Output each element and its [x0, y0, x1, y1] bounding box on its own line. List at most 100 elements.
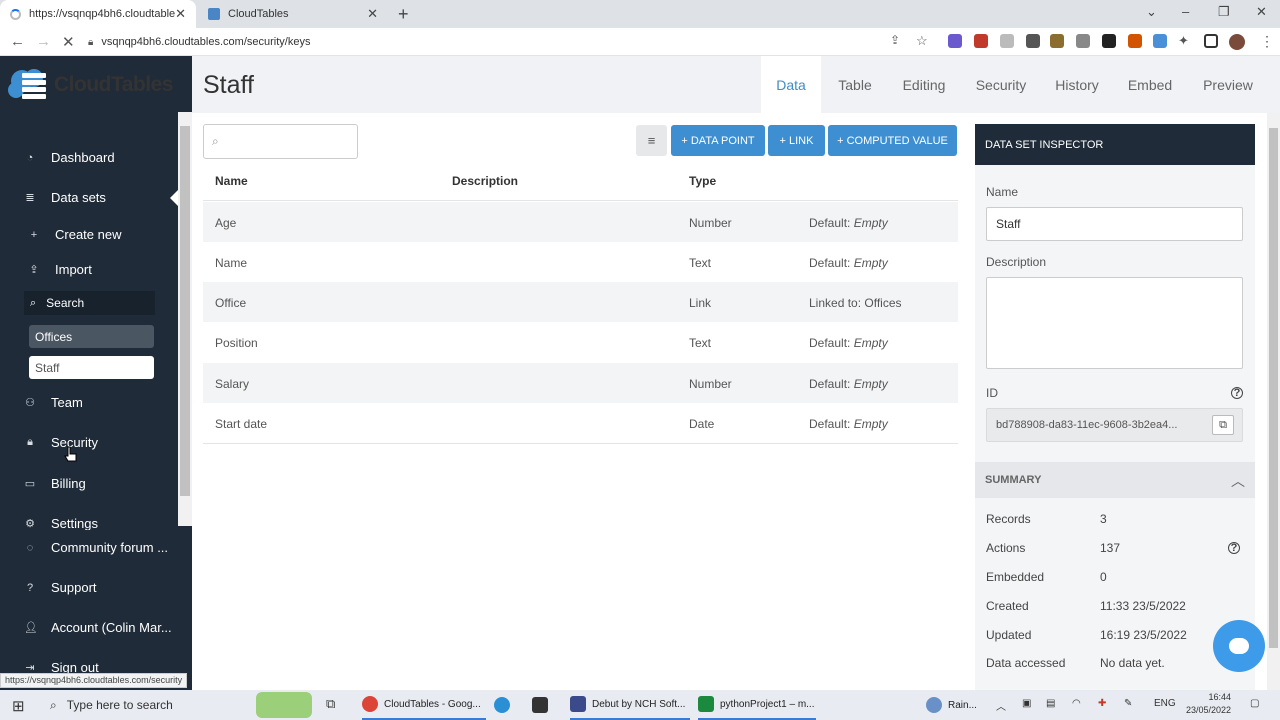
taskbar-app-edge[interactable]	[494, 690, 516, 720]
forward-icon[interactable]: →	[36, 33, 51, 50]
share-icon[interactable]: ⇪	[890, 33, 900, 47]
stop-icon[interactable]: ✕	[62, 33, 75, 51]
extension-icon[interactable]	[1026, 34, 1040, 48]
sidebar-item-account[interactable]: 👤︎ Account (Colin Mar...	[24, 620, 184, 635]
tab-preview[interactable]: Preview	[1193, 56, 1263, 113]
chat-launcher-button[interactable]	[1213, 620, 1265, 672]
windows-start-icon[interactable]: ⊞	[12, 697, 25, 715]
taskbar-app-pycharm[interactable]: pythonProject1 – m...	[698, 690, 816, 720]
sidebar-item-create-new[interactable]: + Create new	[28, 227, 178, 242]
sidebar-item-support[interactable]: ? Support	[24, 580, 174, 595]
dataset-name-input[interactable]: Staff	[986, 207, 1243, 241]
add-computed-value-button[interactable]: + COMPUTED VALUE	[828, 125, 957, 156]
column-header-description[interactable]: Description	[452, 174, 518, 188]
sidebar-item-dashboard[interactable]: ◔ Dashboard	[24, 150, 174, 165]
help-icon[interactable]: ?	[1231, 387, 1243, 399]
sidebar-item-community-forum[interactable]: ◌ Community forum ...	[24, 540, 184, 555]
extension-icon[interactable]	[1153, 34, 1167, 48]
extension-icon[interactable]	[1050, 34, 1064, 48]
browser-menu-icon[interactable]: ⋮	[1260, 33, 1274, 50]
taskbar-clock[interactable]: 16:44 23/05/2022	[1186, 691, 1231, 717]
column-header-name[interactable]: Name	[215, 174, 248, 188]
tab-security[interactable]: Security	[965, 56, 1037, 113]
brand-logo[interactable]: CloudTables	[8, 68, 173, 102]
turtle-search-highlight-image[interactable]	[256, 692, 312, 718]
address-bar[interactable]: 🔒︎ vsqnqp4bh6.cloudtables.com/security/k…	[88, 31, 988, 53]
back-icon[interactable]: ←	[10, 33, 25, 50]
sidebar-item-team[interactable]: ⚇ Team	[24, 395, 174, 410]
extension-icon[interactable]	[1102, 34, 1116, 48]
tab-data[interactable]: Data	[761, 56, 821, 113]
extension-icon[interactable]	[974, 34, 988, 48]
table-row[interactable]: Office Link Linked to: Offices	[203, 282, 958, 322]
extension-icon[interactable]	[1076, 34, 1090, 48]
column-menu-button[interactable]: ≡	[636, 125, 667, 156]
table-row[interactable]: Salary Number Default: Empty	[203, 363, 958, 403]
extensions-puzzle-icon[interactable]: ✦	[1178, 33, 1189, 49]
column-header-type[interactable]: Type	[689, 174, 716, 188]
chevron-up-icon[interactable]: ︿	[1231, 471, 1245, 491]
taskbar-app-terminal[interactable]	[532, 690, 554, 720]
extension-icon[interactable]	[1128, 34, 1142, 48]
tab-history[interactable]: History	[1045, 56, 1109, 113]
task-view-icon[interactable]: ⧉	[326, 696, 335, 712]
dataset-search-input[interactable]: ⌕ Search	[24, 291, 155, 315]
taskbar-app-debut[interactable]: Debut by NCH Soft...	[570, 690, 690, 720]
add-link-button[interactable]: + LINK	[768, 125, 825, 156]
sidebar-item-settings[interactable]: ⚙ Settings	[24, 516, 174, 530]
tray-chevron-up-icon[interactable]: ︿	[996, 698, 1006, 713]
extension-icon[interactable]	[948, 34, 962, 48]
side-panel-icon[interactable]	[1204, 34, 1218, 48]
summary-header[interactable]: SUMMARY	[975, 462, 1255, 498]
minimize-icon[interactable]: –	[1182, 4, 1189, 19]
table-row[interactable]: Position Text Default: Empty	[203, 322, 958, 362]
maximize-icon[interactable]: ❐	[1218, 4, 1230, 20]
close-tab-icon[interactable]: ✕	[175, 6, 186, 22]
tray-app-icon[interactable]: ✚	[1098, 698, 1106, 709]
table-row[interactable]: Age Number Default: Empty	[203, 202, 958, 242]
browser-tab-active[interactable]: https://vsqnqp4bh6.cloudtables.c ✕	[0, 0, 196, 28]
table-search-input[interactable]: ⌕	[203, 124, 358, 159]
sidebar-item-data-sets[interactable]: ≣ Data sets	[24, 190, 174, 205]
language-indicator[interactable]: ENG	[1154, 698, 1176, 709]
pen-icon[interactable]: ✎	[1124, 698, 1132, 709]
tab-editing[interactable]: Editing	[891, 56, 957, 113]
dataset-item-staff[interactable]: Staff	[29, 356, 154, 379]
help-icon[interactable]: ?	[1228, 542, 1240, 554]
close-tab-icon[interactable]: ✕	[367, 6, 378, 22]
search-icon: ⌕	[212, 134, 219, 148]
taskbar-search-box[interactable]: ⌕ Type here to search	[40, 690, 252, 720]
dataset-description-textarea[interactable]	[986, 277, 1243, 369]
sidebar-item-billing[interactable]: ▭ Billing	[24, 476, 174, 491]
table-row[interactable]: Start date Date Default: Empty	[203, 403, 958, 443]
active-indicator	[170, 190, 178, 206]
taskbar-app-chrome[interactable]: CloudTables - Goog...	[362, 690, 486, 720]
sidebar-scrollbar-thumb[interactable]	[180, 126, 190, 496]
add-data-point-button[interactable]: + DATA POINT	[671, 125, 765, 156]
extension-icon[interactable]	[1000, 34, 1014, 48]
dataset-item-offices[interactable]: Offices	[29, 325, 154, 348]
tab-table[interactable]: Table	[826, 56, 884, 113]
tray-app-icon[interactable]: ▤	[1046, 698, 1055, 709]
browser-tab[interactable]: CloudTables ✕	[198, 0, 388, 28]
table-row[interactable]: Name Text Default: Empty	[203, 242, 958, 282]
copy-id-button[interactable]: ⧉	[1212, 415, 1234, 435]
bookmark-star-icon[interactable]: ☆	[916, 33, 928, 49]
sidebar-item-security[interactable]: 🔒︎ Security	[24, 435, 174, 450]
lock-icon: 🔒︎	[27, 436, 33, 448]
wifi-icon[interactable]: ◠	[1072, 698, 1081, 709]
main-scrollbar-thumb[interactable]	[1269, 128, 1278, 648]
tab-search-icon[interactable]: ⌄	[1146, 4, 1157, 20]
profile-avatar[interactable]	[1229, 34, 1245, 50]
lock-icon: 🔒︎	[88, 36, 94, 48]
tab-embed[interactable]: Embed	[1117, 56, 1183, 113]
new-tab-icon[interactable]: +	[398, 4, 409, 25]
close-window-icon[interactable]: ✕	[1256, 4, 1267, 20]
table-header-divider	[203, 200, 958, 201]
taskbar-weather[interactable]: Rain...	[926, 690, 986, 720]
sidebar-item-import[interactable]: ⇪ Import	[28, 262, 178, 277]
clock-date: 23/05/2022	[1186, 705, 1232, 715]
notifications-icon[interactable]: ▢	[1250, 698, 1259, 709]
meta-value: Empty	[853, 377, 888, 391]
tray-app-icon[interactable]: ▣	[1022, 698, 1031, 709]
